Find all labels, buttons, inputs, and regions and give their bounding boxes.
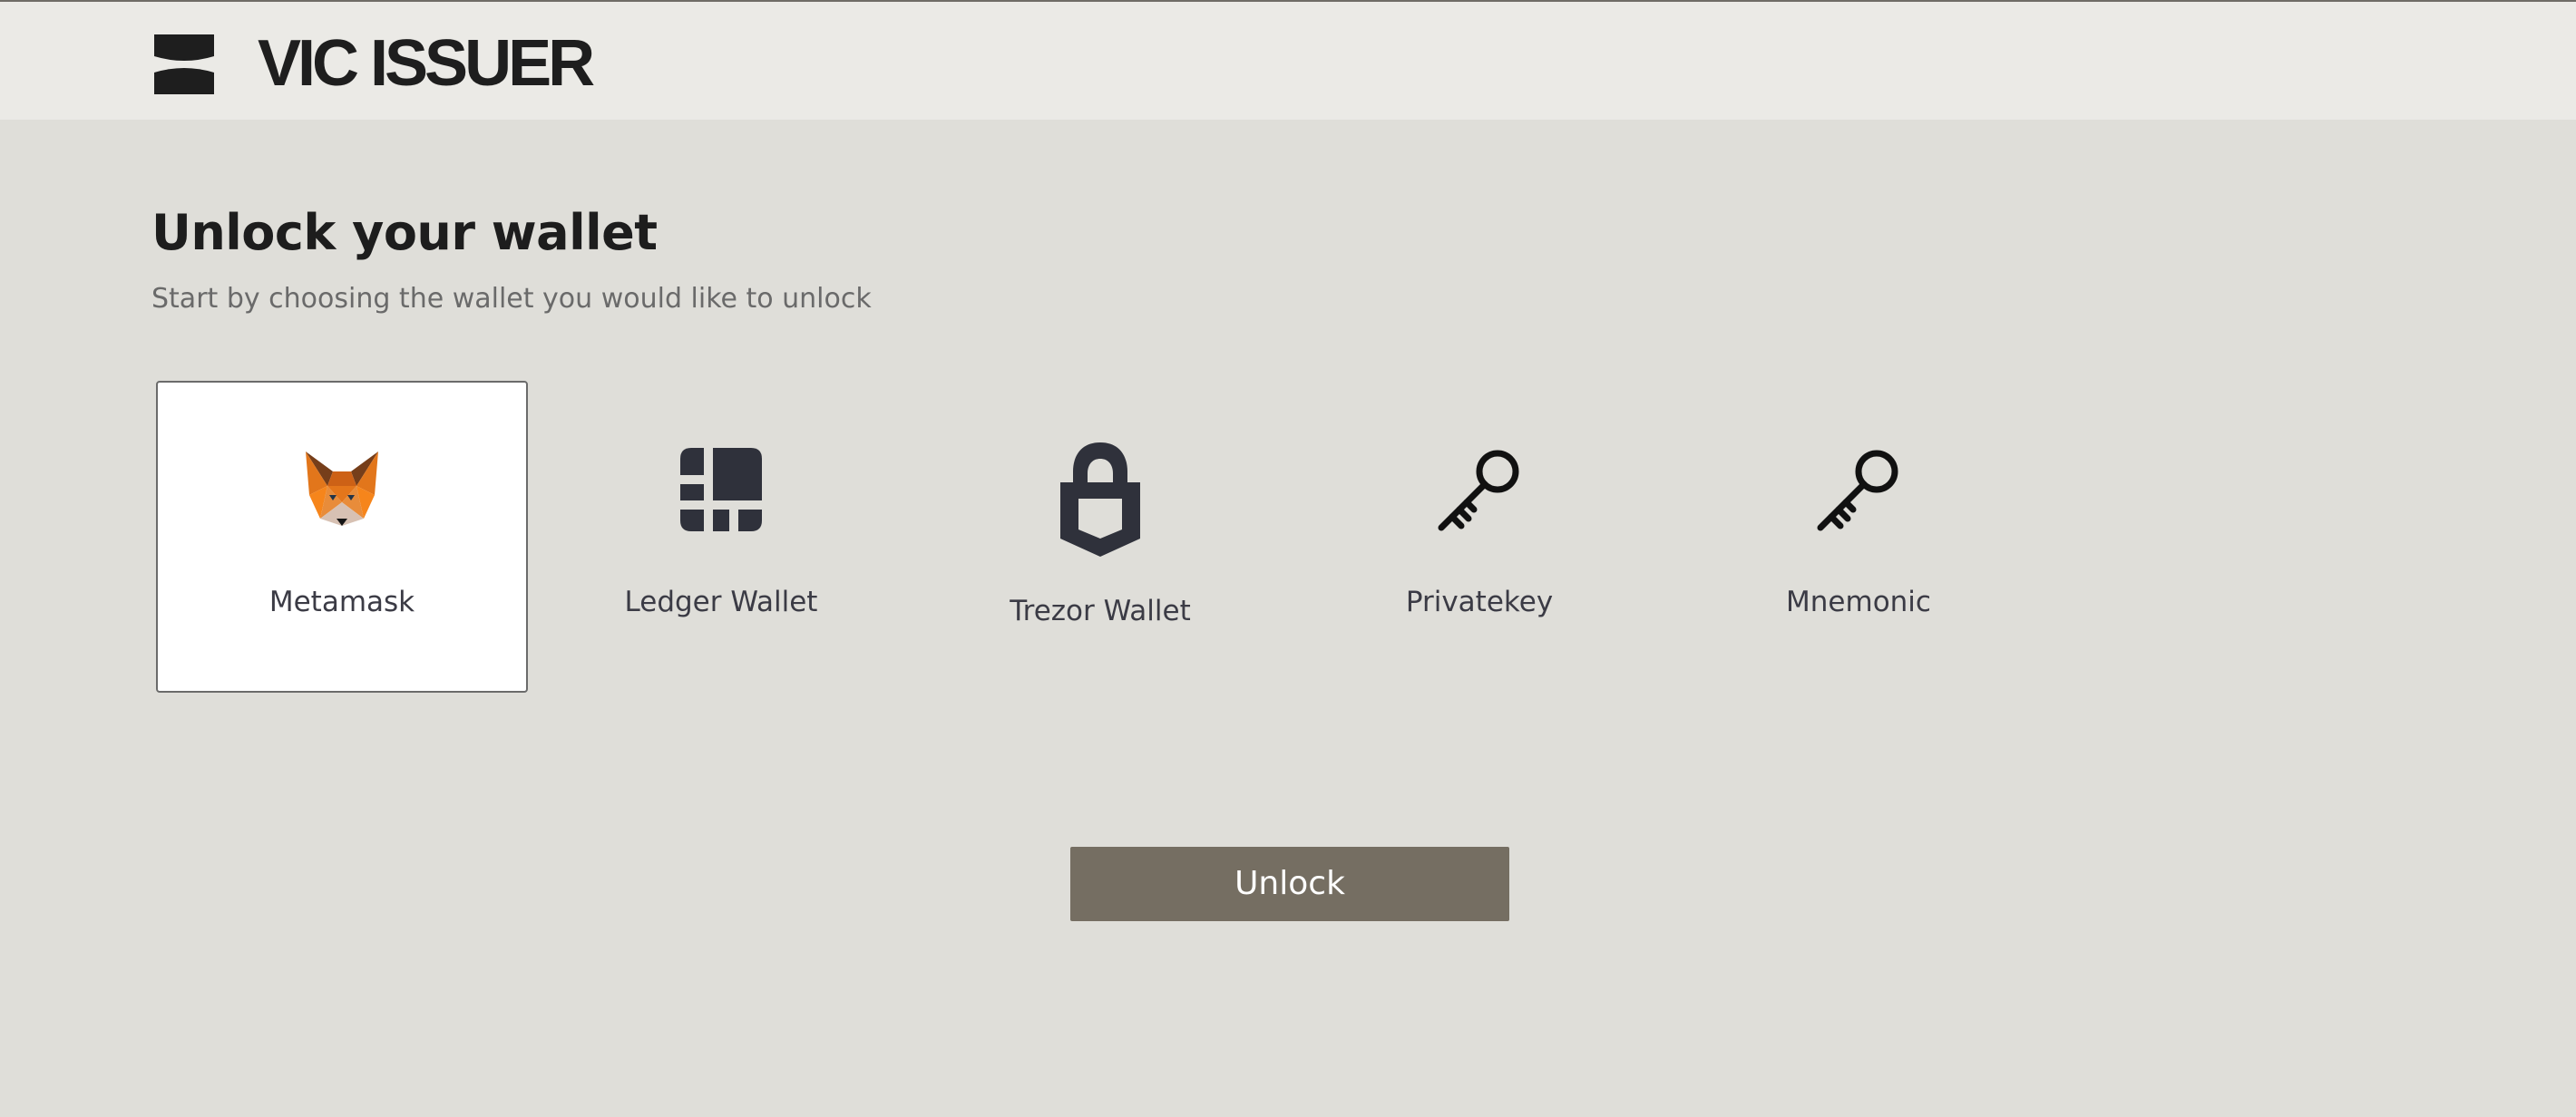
trezor-lock-icon — [1060, 442, 1140, 557]
app-header: VIC ISSUER — [0, 2, 2576, 120]
wallet-label: Privatekey — [1405, 586, 1554, 618]
wallet-option-metamask[interactable]: Metamask — [156, 381, 528, 693]
wallet-option-mnemonic[interactable]: Mnemonic — [1673, 381, 2044, 693]
wallet-option-privatekey[interactable]: Privatekey — [1293, 381, 1665, 693]
page-title: Unlock your wallet — [151, 204, 658, 261]
brand-name[interactable]: VIC ISSUER — [258, 25, 595, 102]
wallet-option-trezor[interactable]: Trezor Wallet — [914, 381, 1286, 693]
key-icon — [1438, 450, 1519, 531]
wallet-label: Ledger Wallet — [624, 586, 818, 618]
wallet-label: Mnemonic — [1786, 586, 1931, 618]
wallet-label: Metamask — [268, 586, 415, 618]
ledger-icon — [680, 448, 762, 531]
vic-logo-icon — [154, 34, 214, 94]
wallet-option-ledger[interactable]: Ledger Wallet — [535, 381, 907, 693]
unlock-button[interactable]: Unlock — [1070, 847, 1509, 921]
page-subtitle: Start by choosing the wallet you would l… — [151, 283, 872, 315]
wallet-label: Trezor Wallet — [1010, 595, 1191, 627]
key-icon — [1817, 450, 1898, 531]
metamask-fox-icon — [306, 452, 378, 526]
